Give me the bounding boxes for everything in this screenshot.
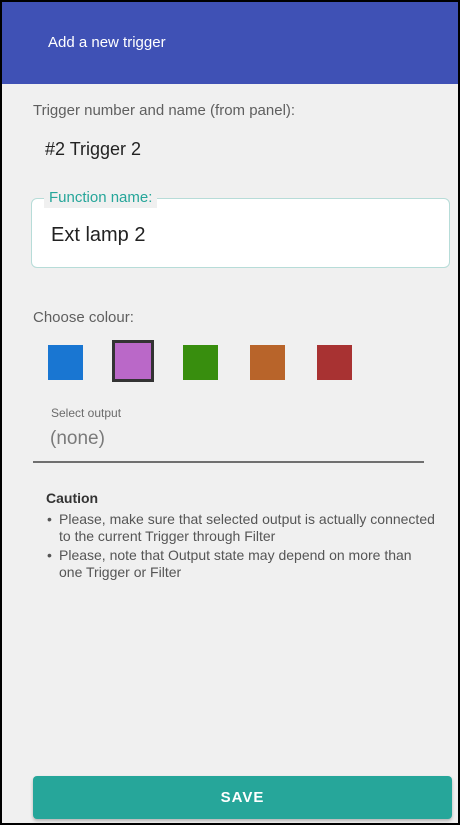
colour-swatch-purple[interactable] bbox=[112, 340, 154, 382]
trigger-label: Trigger number and name (from panel): bbox=[33, 102, 296, 119]
colour-swatch-green[interactable] bbox=[183, 345, 218, 380]
output-select-label: Select output bbox=[51, 406, 122, 420]
colour-swatch-red[interactable] bbox=[317, 345, 352, 380]
colour-label: Choose colour: bbox=[33, 309, 134, 326]
function-name-value[interactable]: Ext lamp 2 bbox=[51, 224, 145, 247]
caution-item: • Please, note that Output state may depe… bbox=[46, 547, 436, 581]
output-select-value[interactable]: (none) bbox=[50, 428, 105, 450]
trigger-value: #2 Trigger 2 bbox=[45, 139, 142, 159]
caution-item-text: Please, make sure that selected output i… bbox=[59, 511, 435, 544]
function-name-field[interactable]: Function name: Ext lamp 2 bbox=[31, 188, 450, 268]
bullet-icon: • bbox=[47, 547, 52, 563]
caution-item-text: Please, note that Output state may depen… bbox=[59, 547, 412, 580]
screen: Add a new trigger Trigger number and nam… bbox=[0, 0, 460, 825]
save-button[interactable]: SAVE bbox=[33, 776, 452, 819]
app-bar: Add a new trigger bbox=[2, 2, 458, 84]
colour-swatch-blue[interactable] bbox=[48, 345, 83, 380]
app-bar-title: Add a new trigger bbox=[48, 34, 166, 51]
caution-list: • Please, make sure that selected output … bbox=[46, 511, 436, 583]
bullet-icon: • bbox=[47, 511, 52, 527]
function-name-label: Function name: bbox=[44, 188, 158, 208]
caution-item: • Please, make sure that selected output … bbox=[46, 511, 436, 545]
output-select-underline bbox=[33, 461, 424, 463]
caution-title: Caution bbox=[46, 490, 99, 506]
colour-swatch-orange[interactable] bbox=[250, 345, 285, 380]
